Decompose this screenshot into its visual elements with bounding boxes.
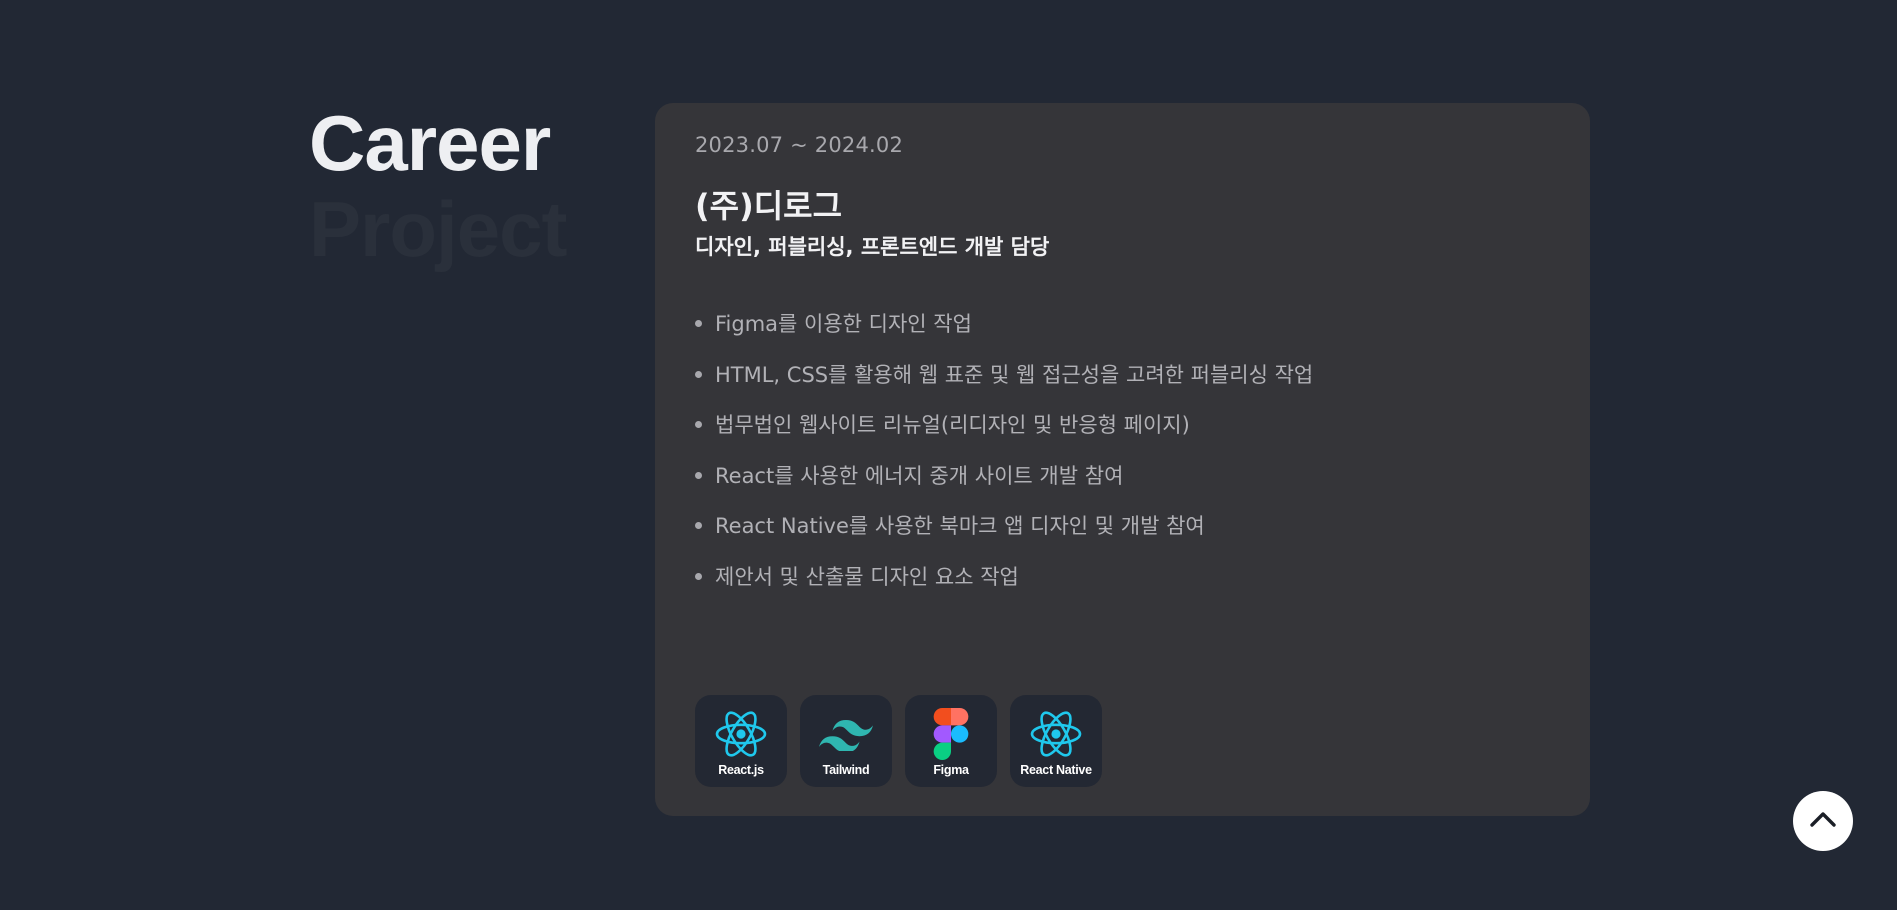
section-nav: Career Project [309,100,567,272]
skill-figma[interactable]: Figma [905,695,997,787]
bullet-icon [695,421,702,429]
duty-item: React Native를 사용한 북마크 앱 디자인 및 개발 참여 [695,510,1313,561]
role-description: 디자인, 퍼블리싱, 프론트엔드 개발 담당 [695,235,1050,259]
figma-icon [923,707,979,761]
duty-text: 법무법인 웹사이트 리뉴얼(리디자인 및 반응형 페이지) [715,413,1190,438]
skill-name: Figma [933,763,969,777]
skill-name: React Native [1020,763,1092,777]
duty-item: HTML, CSS를 활용해 웹 표준 및 웹 접근성을 고려한 퍼블리싱 작업 [695,359,1313,410]
nav-item-career[interactable]: Career [309,100,566,186]
react-icon [713,707,769,761]
bullet-icon [695,572,702,580]
duty-item: 제안서 및 산출물 디자인 요소 작업 [695,561,1313,612]
bullet-icon [695,320,702,327]
duty-text: Figma를 이용한 디자인 작업 [715,312,972,336]
career-period: 2023.07 ~ 2024.02 [695,133,904,157]
duty-text: HTML, CSS를 활용해 웹 표준 및 웹 접근성을 고려한 퍼블리싱 작업 [715,362,1314,387]
duty-text: React Native를 사용한 북마크 앱 디자인 및 개발 참여 [715,514,1205,539]
duty-list: Figma를 이용한 디자인 작업 HTML, CSS를 활용해 웹 표준 및 … [695,308,1313,612]
duty-item: 법무법인 웹사이트 리뉴얼(리디자인 및 반응형 페이지) [695,409,1313,460]
duty-item: React를 사용한 에너지 중개 사이트 개발 참여 [695,460,1313,511]
duty-item: Figma를 이용한 디자인 작업 [695,308,1313,359]
react-native-icon [1028,707,1084,761]
chevron-up-icon [1809,810,1837,832]
skill-name: React.js [718,763,764,777]
bullet-icon [695,471,702,479]
duty-text: React를 사용한 에너지 중개 사이트 개발 참여 [715,463,1124,488]
skill-react-native[interactable]: React Native [1010,695,1102,787]
bullet-icon [695,522,702,530]
skill-list: React.js Tailwind Figma React Native [695,695,1102,787]
page: Career Project 2023.07 ~ 2024.02 (주)디로그 … [0,0,1897,910]
bullet-icon [695,370,702,378]
skill-tailwind[interactable]: Tailwind [800,695,892,787]
nav-item-project[interactable]: Project [309,186,567,272]
tailwind-icon [818,707,874,761]
career-card: 2023.07 ~ 2024.02 (주)디로그 디자인, 퍼블리싱, 프론트엔… [655,103,1590,816]
skill-react-js[interactable]: React.js [695,695,787,787]
skill-name: Tailwind [822,763,870,777]
scroll-to-top-button[interactable] [1793,791,1853,851]
duty-text: 제안서 및 산출물 디자인 요소 작업 [715,564,1019,589]
company-name: (주)디로그 [695,187,843,225]
